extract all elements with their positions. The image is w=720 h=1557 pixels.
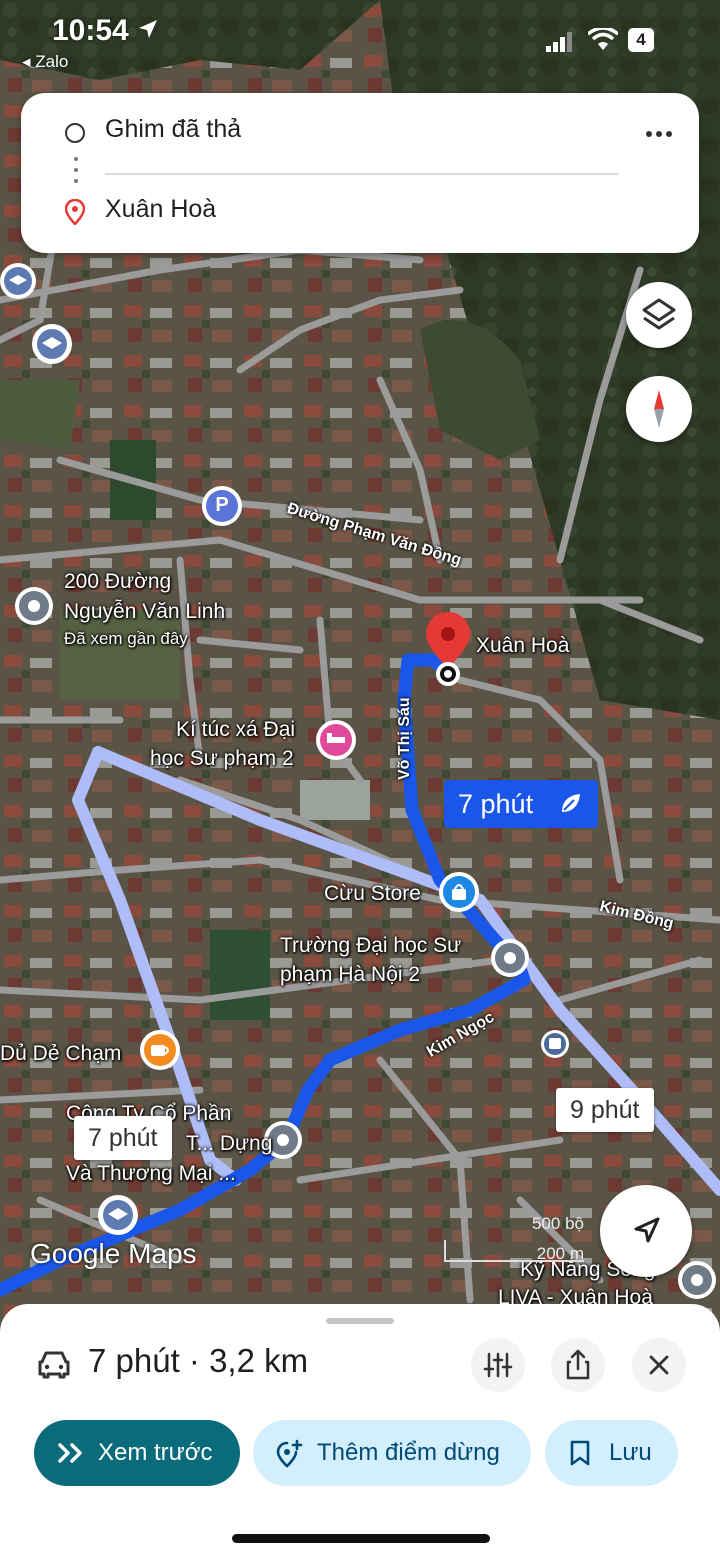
map-scale: 500 bộ 200 m [444, 1214, 584, 1264]
card-divider [105, 173, 619, 175]
alt-route-time-badge[interactable]: 9 phút [556, 1088, 654, 1132]
my-location-button[interactable] [600, 1185, 692, 1277]
double-chevron-icon [58, 1443, 82, 1463]
origin-circle-icon [65, 123, 85, 143]
layers-icon [642, 298, 676, 330]
place-label[interactable]: Kí túc xá Đại [176, 716, 295, 744]
place-label[interactable]: Cừu Store [324, 880, 421, 908]
place-label[interactable]: phạm Hà Nội 2 [280, 961, 420, 989]
bookmark-icon [570, 1440, 590, 1466]
close-button[interactable] [632, 1338, 686, 1392]
save-label: Lưu [609, 1439, 652, 1466]
eco-leaf-icon [562, 794, 580, 812]
school-marker-icon[interactable] [0, 263, 36, 299]
status-bar: 10:54 ◂ Zalo 4 [0, 0, 720, 80]
directions-bottom-sheet: 7 phút · 3,2 km Xem trước Thêm điểm dừng… [0, 1304, 720, 1557]
place-label[interactable]: Trường Đại học Sư [280, 932, 461, 960]
destination-label[interactable]: Xuân Hoà [476, 632, 569, 660]
place-marker-icon[interactable] [15, 587, 53, 625]
place-label[interactable]: Nguyễn Văn Linh [64, 598, 225, 626]
route-time-badge[interactable]: 7 phút [444, 780, 598, 828]
destination-row[interactable]: Xuân Hoà [21, 181, 699, 315]
store-marker-icon[interactable] [439, 872, 479, 912]
destination-field[interactable]: Xuân Hoà [105, 195, 216, 224]
directions-card: Ghim đã thả Xuân Hoà [21, 93, 699, 315]
preview-button[interactable]: Xem trước [34, 1420, 240, 1486]
navigation-arrow-icon [634, 1217, 660, 1243]
origin-row[interactable]: Ghim đã thả [21, 101, 699, 165]
add-location-icon [276, 1439, 303, 1468]
more-options-button[interactable] [639, 119, 679, 149]
compass-button[interactable] [626, 376, 692, 442]
place-marker-icon[interactable] [491, 939, 529, 977]
home-indicator[interactable] [232, 1534, 490, 1543]
preview-label: Xem trước [98, 1439, 213, 1466]
tune-icon [483, 1352, 513, 1378]
destination-pin-icon [65, 199, 85, 225]
place-label[interactable]: Và Thương Mại ... [66, 1160, 236, 1188]
route-options-button[interactable] [471, 1338, 525, 1392]
street-label: Võ Thị Sáu [396, 697, 413, 780]
place-label[interactable]: 200 Đường [64, 568, 171, 596]
bus-stop-icon[interactable] [541, 1030, 569, 1058]
parking-label: P [215, 494, 229, 516]
location-arrow-icon [139, 20, 157, 38]
sheet-drag-handle[interactable] [326, 1318, 394, 1324]
alt-route-time-badge[interactable]: 7 phút [74, 1116, 172, 1160]
car-icon [38, 1351, 70, 1379]
place-label[interactable]: học Sư phạm 2 [150, 745, 294, 773]
add-stop-label: Thêm điểm dừng [317, 1439, 500, 1466]
route-summary: 7 phút · 3,2 km [88, 1342, 309, 1379]
save-button[interactable]: Lưu [545, 1420, 678, 1486]
destination-pin-icon[interactable] [426, 612, 470, 686]
place-label[interactable]: T... Dựng [186, 1130, 272, 1158]
share-button[interactable] [551, 1338, 605, 1392]
close-icon [649, 1355, 669, 1375]
share-icon [566, 1349, 590, 1380]
status-time: 10:54 [52, 14, 129, 47]
battery-indicator: 4 [628, 28, 654, 52]
scale-metric: 200 m [536, 1244, 584, 1263]
place-note: Đã xem gần đây [64, 629, 188, 648]
route-time-label: 7 phút [458, 789, 534, 819]
place-label[interactable]: Dủ Dẻ Chạm [0, 1040, 121, 1068]
layers-button[interactable] [626, 282, 692, 348]
school-marker-icon[interactable] [98, 1195, 138, 1235]
school-marker-icon[interactable] [32, 324, 72, 364]
wifi-icon [588, 28, 618, 50]
compass-icon [654, 390, 664, 428]
origin-field[interactable]: Ghim đã thả [105, 115, 241, 144]
back-to-app-link[interactable]: ◂ Zalo [22, 52, 68, 72]
google-maps-logo: Google Maps [30, 1238, 197, 1269]
dorm-marker-icon[interactable] [316, 720, 356, 760]
scale-imperial: 500 bộ [532, 1214, 584, 1233]
cafe-marker-icon[interactable] [140, 1030, 180, 1070]
add-stop-button[interactable]: Thêm điểm dừng [253, 1420, 531, 1486]
cellular-signal-icon [546, 32, 572, 52]
